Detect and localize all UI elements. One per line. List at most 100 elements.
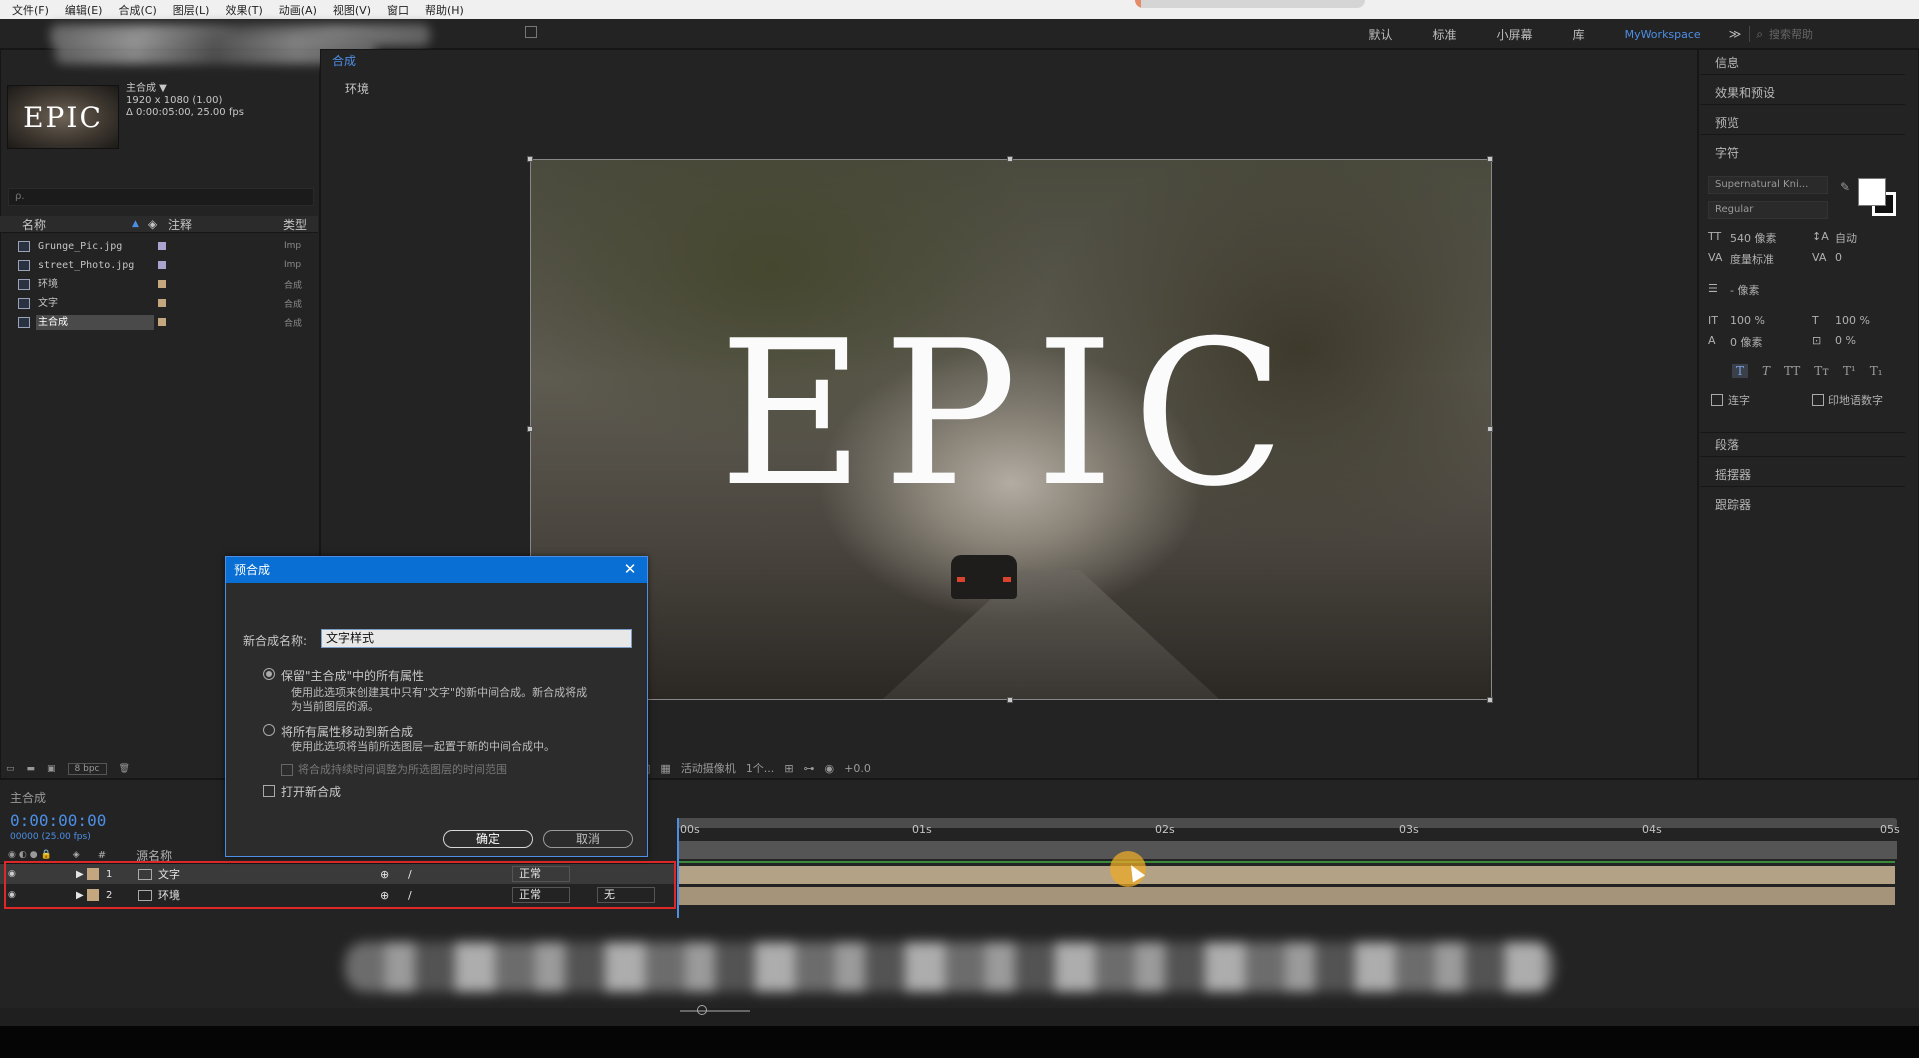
menu-help[interactable]: 帮助(H) [417, 2, 472, 18]
time-ruler[interactable] [677, 818, 1897, 828]
kerning-value[interactable]: 度量标准 [1730, 251, 1774, 267]
transform-handle[interactable] [1487, 697, 1493, 703]
transform-handle[interactable] [1007, 156, 1013, 162]
vertical-scale-value[interactable]: 100 % [1730, 314, 1765, 327]
exposure-value[interactable]: +0.0 [844, 762, 871, 775]
camera-select[interactable]: 活动摄像机 [681, 760, 736, 776]
faux-italic-button[interactable]: T [1762, 364, 1770, 378]
workspace-myworkspace[interactable]: MyWorkspace [1605, 28, 1721, 41]
project-item[interactable]: 环境 合成 [0, 275, 318, 293]
grid-icon[interactable]: ⊞ [784, 762, 793, 775]
label-color[interactable] [158, 318, 166, 326]
menu-layer[interactable]: 图层(L) [165, 2, 218, 18]
workspace-more-icon[interactable]: ≫ [1721, 27, 1750, 41]
playhead[interactable] [677, 818, 679, 918]
menu-composition[interactable]: 合成(C) [110, 2, 164, 18]
close-icon[interactable]: ✕ [621, 560, 639, 578]
trash-icon[interactable]: 🗑 [119, 764, 130, 774]
menu-edit[interactable]: 编辑(E) [57, 2, 111, 18]
project-item[interactable]: Grunge_Pic.jpg Imp [0, 237, 318, 255]
transform-handle[interactable] [527, 156, 533, 162]
keep-attributes-radio[interactable] [263, 668, 275, 680]
viewer-breadcrumb[interactable]: 环境 [345, 80, 369, 97]
comp-name-input[interactable]: 文字样式 [321, 629, 632, 648]
timeline-tab[interactable]: 主合成 [10, 789, 46, 806]
transform-handle[interactable] [527, 426, 533, 432]
layer-duration-bar[interactable] [677, 866, 1895, 884]
col-name[interactable]: 名称 [22, 216, 132, 233]
workspace-default[interactable]: 默认 [1349, 26, 1413, 43]
fill-color-swatch[interactable] [1858, 178, 1886, 206]
layer-duration-bar[interactable] [677, 887, 1895, 905]
all-caps-button[interactable]: TT [1784, 364, 1800, 378]
viewer-tab[interactable]: 合成 [332, 52, 356, 69]
transform-handle[interactable] [1007, 697, 1013, 703]
panel-paragraph[interactable]: 段落 [1715, 436, 1739, 453]
views-select[interactable]: 1个... [746, 760, 775, 776]
panel-tracker[interactable]: 跟踪器 [1715, 496, 1751, 513]
col-type[interactable]: 类型 [283, 216, 307, 233]
font-family-select[interactable]: Supernatural Kni... [1708, 176, 1828, 194]
flowchart-icon[interactable]: ⊶ [804, 762, 815, 775]
tsume-value[interactable]: 0 % [1835, 334, 1856, 347]
project-item[interactable]: 文字 合成 [0, 294, 318, 312]
new-folder-icon[interactable]: ▬ [27, 764, 36, 774]
adjust-duration-checkbox[interactable] [281, 764, 293, 776]
menu-animation[interactable]: 动画(A) [271, 2, 325, 18]
ok-button[interactable]: 确定 [443, 830, 533, 848]
transparency-icon[interactable]: ▦ [660, 762, 670, 775]
menu-view[interactable]: 视图(V) [325, 2, 379, 18]
interpret-footage-icon[interactable]: ▭ [6, 764, 15, 774]
project-item[interactable]: street_Photo.jpg Imp [0, 256, 318, 274]
workspace-standard[interactable]: 标准 [1413, 26, 1477, 43]
workspace-libraries[interactable]: 库 [1553, 26, 1605, 43]
menu-effect[interactable]: 效果(T) [217, 2, 270, 18]
label-color[interactable] [158, 261, 166, 269]
panel-wiggler[interactable]: 摇摆器 [1715, 466, 1751, 483]
zoom-slider-knob[interactable] [697, 1005, 707, 1015]
stroke-width-value[interactable]: - 像素 [1730, 282, 1759, 298]
faux-bold-button[interactable]: T [1732, 364, 1749, 378]
epic-title-text[interactable]: EPIC [531, 315, 1491, 515]
label-color[interactable] [158, 242, 166, 250]
panel-effects-presets[interactable]: 效果和预设 [1715, 84, 1775, 101]
col-comment[interactable]: 注释 [168, 216, 283, 233]
current-timecode[interactable]: 0:00:00:00 [10, 811, 106, 830]
exposure-icon[interactable]: ◉ [825, 762, 835, 775]
horizontal-scale-value[interactable]: 100 % [1835, 314, 1870, 327]
font-size-value[interactable]: 540 像素 [1730, 230, 1777, 246]
composition-canvas[interactable]: EPIC [530, 159, 1492, 700]
panel-info[interactable]: 信息 [1715, 54, 1739, 71]
tracking-value[interactable]: 0 [1835, 251, 1842, 264]
ligatures-checkbox[interactable] [1711, 394, 1723, 406]
cancel-button[interactable]: 取消 [543, 830, 633, 848]
move-attributes-radio[interactable] [263, 724, 275, 736]
transform-handle[interactable] [1487, 156, 1493, 162]
subscript-button[interactable]: T₁ [1870, 364, 1883, 378]
search-help-input[interactable]: 搜索帮助 [1769, 26, 1919, 42]
hindi-digits-checkbox[interactable] [1812, 394, 1824, 406]
transform-handle[interactable] [1487, 426, 1493, 432]
label-color[interactable] [158, 280, 166, 288]
comp-name[interactable]: 主合成 ▼ [126, 83, 244, 95]
project-item-selected[interactable]: 主合成 合成 [0, 313, 318, 331]
panel-character[interactable]: 字符 [1715, 144, 1739, 161]
small-caps-button[interactable]: Tт [1814, 364, 1829, 378]
snap-checkbox[interactable] [525, 26, 537, 38]
workspace-small-screen[interactable]: 小屏幕 [1477, 26, 1553, 43]
new-comp-icon[interactable]: ▣ [47, 764, 56, 774]
eyedropper-icon[interactable]: ✎ [1840, 180, 1850, 194]
superscript-button[interactable]: T¹ [1843, 364, 1856, 378]
menu-window[interactable]: 窗口 [379, 2, 417, 18]
baseline-value[interactable]: 0 像素 [1730, 334, 1763, 350]
open-comp-checkbox[interactable] [263, 785, 275, 797]
work-area-bar[interactable] [677, 841, 1897, 859]
label-color[interactable] [158, 299, 166, 307]
leading-value[interactable]: 自动 [1835, 230, 1857, 246]
panel-preview[interactable]: 预览 [1715, 114, 1739, 131]
bpc-button[interactable]: 8 bpc [67, 763, 107, 775]
project-search-input[interactable]: ρ. [8, 188, 314, 206]
menu-file[interactable]: 文件(F) [4, 2, 57, 18]
zoom-slider[interactable] [680, 1010, 750, 1012]
font-style-select[interactable]: Regular [1708, 201, 1828, 219]
